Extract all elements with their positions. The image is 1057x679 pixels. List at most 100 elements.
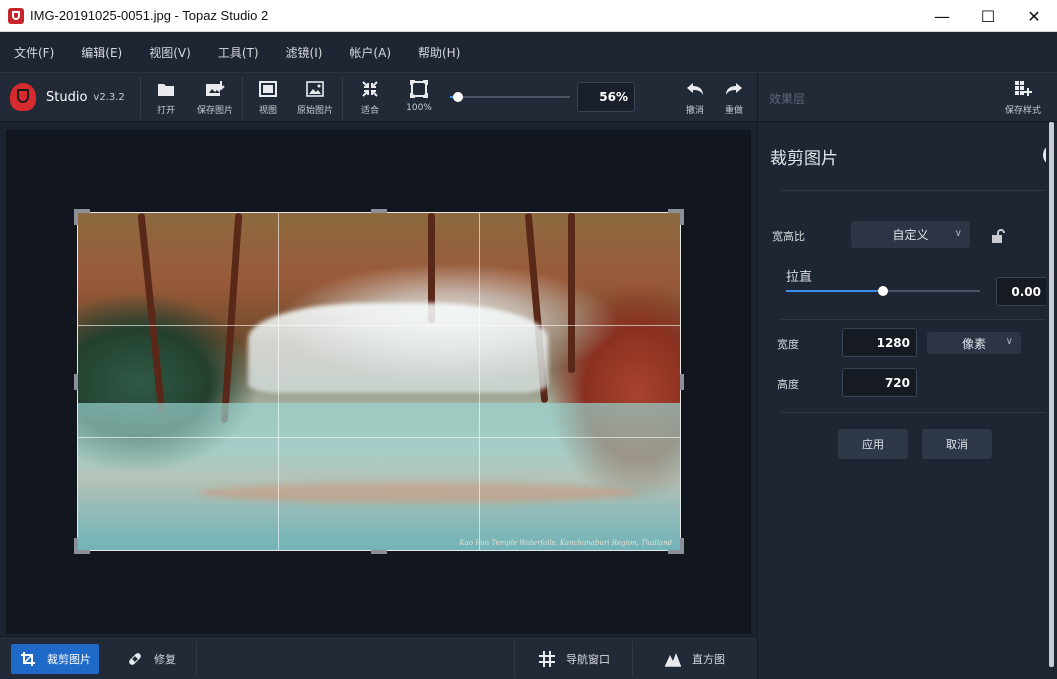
main-toolbar: Studio v2.3.2 打开 保存图片 视图 原始图片 适合 100% 撤消… [0, 72, 757, 122]
crop-handle-bottom[interactable] [371, 550, 387, 554]
brand: Studio v2.3.2 [10, 83, 125, 111]
window-controls: — ☐ ✕ [919, 0, 1057, 32]
menu-help[interactable]: 帮助(H) [418, 44, 460, 61]
panel-divider [780, 319, 1048, 320]
crop-image-tab[interactable]: 裁剪图片 [11, 644, 99, 674]
crop-handle-left[interactable] [74, 374, 78, 390]
histogram-tab[interactable]: 直方图 [656, 644, 733, 674]
zoom-slider-track[interactable] [450, 96, 570, 98]
straighten-value-field[interactable]: 0.00 [996, 277, 1048, 306]
panel-divider [780, 412, 1048, 413]
toolbar-divider [342, 77, 343, 119]
menu-tools[interactable]: 工具(T) [218, 44, 259, 61]
bottombar-divider [514, 641, 515, 677]
menu-filters[interactable]: 滤镜(I) [286, 44, 323, 61]
zoom-100-button[interactable]: 100% [396, 79, 442, 113]
window-title: IMG-20191025-0051.jpg - Topaz Studio 2 [30, 8, 269, 23]
menu-view[interactable]: 视图(V) [149, 44, 191, 61]
bottombar-divider [632, 641, 633, 677]
folder-icon [155, 79, 177, 99]
save-image-button[interactable]: 保存图片 [192, 79, 238, 116]
aspect-ratio-label: 宽高比 [772, 230, 805, 243]
crop-handle-right[interactable] [680, 374, 684, 390]
cancel-button[interactable]: 取消 [922, 429, 992, 459]
crop-frame[interactable] [77, 212, 681, 551]
grid-plus-icon [1012, 79, 1034, 99]
bottombar-divider [196, 641, 197, 677]
brand-name: Studio [46, 89, 88, 105]
effects-layer-label: 效果层 [769, 92, 806, 106]
height-label: 高度 [777, 378, 799, 391]
chevron-down-icon: ∨ [1005, 336, 1013, 347]
menu-account[interactable]: 帐户(A) [349, 44, 391, 61]
maximize-button[interactable]: ☐ [965, 0, 1011, 32]
navigator-tab[interactable]: 导航窗口 [530, 644, 618, 674]
open-label: 打开 [156, 106, 175, 116]
close-button[interactable]: ✕ [1011, 0, 1057, 32]
crop-handle-bottom-right[interactable] [680, 538, 684, 554]
topaz-logo-icon [10, 83, 36, 111]
repair-tab[interactable]: 修复 [118, 644, 184, 674]
menu-edit[interactable]: 编辑(E) [81, 44, 122, 61]
crop-handle-top-right[interactable] [680, 209, 684, 225]
toolbar-divider [140, 77, 141, 119]
unit-select[interactable]: 像素 ∨ [927, 332, 1021, 354]
width-field[interactable]: 1280 [842, 328, 917, 357]
menu-bar: 文件(F) 编辑(E) 视图(V) 工具(T) 滤镜(I) 帐户(A) 帮助(H… [0, 32, 1057, 72]
redo-icon [723, 79, 745, 99]
straighten-label: 拉直 [786, 270, 813, 285]
zoom-slider-thumb[interactable] [453, 92, 463, 102]
save-style-label: 保存样式 [1004, 106, 1041, 116]
scrollbar-thumb[interactable] [1049, 122, 1054, 667]
crop-settings-panel: 裁剪图片 宽高比 自定义 ∨ 拉直 0.00 宽度 1280 像素 ∨ 高度 7… [757, 122, 1057, 679]
navigator-label: 导航窗口 [566, 653, 610, 666]
toolbar-divider [242, 77, 243, 119]
panel-divider [780, 190, 1048, 191]
effects-header: 效果层 保存样式 [757, 72, 1057, 122]
histogram-icon [664, 650, 682, 668]
grid-hash-icon [538, 650, 556, 668]
save-image-label: 保存图片 [196, 106, 233, 116]
panel-title: 裁剪图片 [770, 149, 838, 169]
save-style-button[interactable]: 保存样式 [1000, 79, 1046, 116]
open-button[interactable]: 打开 [143, 79, 189, 116]
height-field[interactable]: 720 [842, 368, 917, 397]
crop-handle-top[interactable] [371, 209, 387, 213]
crop-handle-top-left[interactable] [74, 209, 78, 225]
save-image-icon [204, 79, 226, 99]
redo-label: 重做 [724, 106, 743, 116]
zoom-100-label: 100% [406, 103, 432, 113]
apply-button[interactable]: 应用 [838, 429, 908, 459]
undo-label: 撤消 [685, 106, 704, 116]
width-label: 宽度 [777, 338, 799, 351]
zoom-value-field[interactable]: 56% [577, 82, 635, 112]
picture-icon [304, 79, 326, 99]
redo-button[interactable]: 重做 [711, 79, 757, 116]
window-titlebar: IMG-20191025-0051.jpg - Topaz Studio 2 —… [0, 0, 1057, 32]
fit-arrows-icon [359, 79, 381, 99]
crop-icon [19, 650, 37, 668]
menu-file[interactable]: 文件(F) [14, 44, 54, 61]
aspect-ratio-value: 自定义 [892, 228, 929, 242]
undo-icon [684, 79, 706, 99]
view-frame-icon [257, 79, 279, 99]
view-button[interactable]: 视图 [245, 79, 291, 116]
actual-size-icon [408, 79, 430, 99]
panel-scrollbar[interactable] [1046, 122, 1057, 679]
aspect-ratio-select[interactable]: 自定义 ∨ [851, 221, 970, 248]
straighten-slider-fill [786, 290, 883, 292]
minimize-button[interactable]: — [919, 0, 965, 32]
original-image-label: 原始图片 [296, 106, 333, 116]
view-label: 视图 [258, 106, 277, 116]
brand-version: v2.3.2 [93, 91, 125, 103]
original-image-button[interactable]: 原始图片 [292, 79, 338, 116]
straighten-slider-thumb[interactable] [878, 286, 888, 296]
crop-image-label: 裁剪图片 [47, 653, 91, 666]
crop-handle-bottom-left[interactable] [74, 538, 78, 554]
unlock-icon[interactable] [991, 229, 1005, 243]
fit-button[interactable]: 适合 [347, 79, 393, 116]
unit-value: 像素 [961, 336, 986, 351]
topaz-app-icon [8, 7, 24, 24]
histogram-label: 直方图 [692, 653, 725, 666]
bottom-toolbar: 裁剪图片 修复 导航窗口 直方图 [0, 636, 757, 679]
